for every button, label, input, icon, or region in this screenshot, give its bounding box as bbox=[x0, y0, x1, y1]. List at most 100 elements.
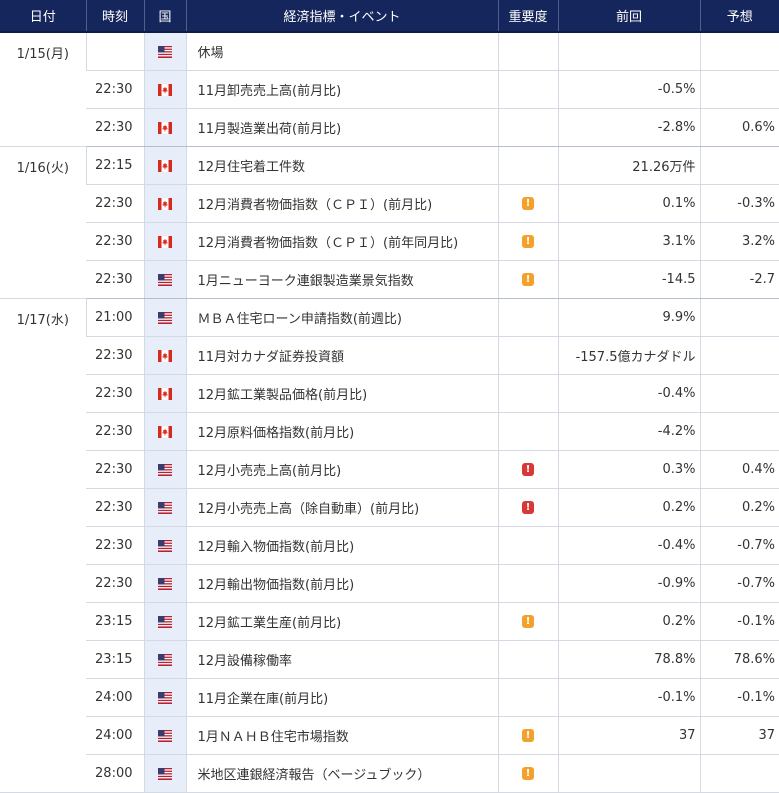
event-cell[interactable]: 12月小売売上高（除自動車）(前月比) bbox=[185, 488, 498, 527]
importance-cell: ! bbox=[497, 754, 558, 793]
event-cell[interactable]: 11月卸売売上高(前月比) bbox=[185, 70, 498, 109]
country-cell bbox=[143, 298, 186, 337]
country-cell bbox=[143, 146, 186, 185]
importance-medium-icon: ! bbox=[522, 235, 534, 248]
event-cell[interactable]: 12月鉱工業製品価格(前月比) bbox=[185, 374, 498, 413]
header-country: 国 bbox=[143, 0, 186, 33]
forecast-cell: 3.2% bbox=[699, 222, 779, 261]
forecast-cell: 0.2% bbox=[699, 488, 779, 527]
time-cell: 22:30 bbox=[86, 412, 144, 451]
forecast-cell: 37 bbox=[699, 716, 779, 755]
previous-cell: -0.5% bbox=[557, 70, 700, 109]
country-cell bbox=[143, 374, 186, 413]
event-cell[interactable]: 12月消費者物価指数（ＣＰＩ）(前年同月比) bbox=[185, 222, 498, 261]
table-row: 23:15 12月鉱工業生産(前月比)! 0.2% -0.1% bbox=[0, 602, 779, 641]
event-cell[interactable]: 11月製造業出荷(前月比) bbox=[185, 108, 498, 147]
event-cell[interactable]: 休場 bbox=[185, 32, 498, 71]
country-cell bbox=[143, 564, 186, 603]
previous-cell: 0.2% bbox=[557, 602, 700, 641]
header-previous: 前回 bbox=[557, 0, 700, 33]
country-cell bbox=[143, 526, 186, 565]
header-importance: 重要度 bbox=[497, 0, 558, 33]
event-cell[interactable]: 12月小売売上高(前月比) bbox=[185, 450, 498, 489]
country-cell bbox=[143, 412, 186, 451]
previous-cell: 0.3% bbox=[557, 450, 700, 489]
time-cell: 24:00 bbox=[86, 716, 144, 755]
event-cell[interactable]: 米地区連銀経済報告（ベージュブック） bbox=[185, 754, 498, 793]
table-row: 23:15 12月設備稼働率 78.8% 78.6% bbox=[0, 640, 779, 679]
event-cell[interactable]: 12月設備稼働率 bbox=[185, 640, 498, 679]
event-cell[interactable]: 11月企業在庫(前月比) bbox=[185, 678, 498, 717]
importance-cell bbox=[497, 526, 558, 565]
table-row: 22:30 12月消費者物価指数（ＣＰＩ）(前月比)! 0.1% -0.3% bbox=[0, 184, 779, 223]
event-cell[interactable]: ＭＢＡ住宅ローン申請指数(前週比) bbox=[185, 298, 498, 337]
us-flag-icon bbox=[158, 501, 172, 514]
table-row: 22:30 11月卸売売上高(前月比) -0.5% bbox=[0, 70, 779, 109]
time-cell: 22:30 bbox=[86, 526, 144, 565]
importance-medium-icon: ! bbox=[522, 767, 534, 780]
previous-cell: 9.9% bbox=[557, 298, 700, 337]
event-cell[interactable]: 12月消費者物価指数（ＣＰＩ）(前月比) bbox=[185, 184, 498, 223]
country-cell bbox=[143, 108, 186, 147]
date-cell: 1/17(水) bbox=[0, 298, 86, 793]
time-cell: 22:30 bbox=[86, 374, 144, 413]
event-cell[interactable]: 1月ニューヨーク連銀製造業景気指数 bbox=[185, 260, 498, 299]
previous-cell: -4.2% bbox=[557, 412, 700, 451]
table-row: 22:30 1月ニューヨーク連銀製造業景気指数! -14.5 -2.7 bbox=[0, 260, 779, 299]
event-cell[interactable]: 12月鉱工業生産(前月比) bbox=[185, 602, 498, 641]
forecast-cell bbox=[699, 298, 779, 337]
previous-cell: 3.1% bbox=[557, 222, 700, 261]
event-cell[interactable]: 12月輸出物価指数(前月比) bbox=[185, 564, 498, 603]
forecast-cell: -0.7% bbox=[699, 526, 779, 565]
time-cell: 22:30 bbox=[86, 108, 144, 147]
importance-cell bbox=[497, 564, 558, 603]
importance-cell bbox=[497, 146, 558, 185]
importance-cell bbox=[497, 70, 558, 109]
previous-cell: -157.5億カナダドル bbox=[557, 336, 700, 375]
us-flag-icon bbox=[158, 273, 172, 286]
header-event: 経済指標・イベント bbox=[185, 0, 498, 33]
table-row: 1/16(火) 22:15 12月住宅着工件数 21.26万件 bbox=[0, 146, 779, 299]
previous-cell: -0.9% bbox=[557, 564, 700, 603]
forecast-cell: 0.6% bbox=[699, 108, 779, 147]
us-flag-icon bbox=[158, 311, 172, 324]
event-cell[interactable]: 1月ＮＡＨＢ住宅市場指数 bbox=[185, 716, 498, 755]
time-cell: 22:30 bbox=[86, 564, 144, 603]
ca-flag-icon bbox=[157, 387, 173, 400]
time-cell: 21:00 bbox=[85, 298, 144, 337]
economic-calendar-table: 日付 時刻 国 経済指標・イベント 重要度 前回 予想 1/15(月) 休場 22:… bbox=[0, 0, 779, 793]
table-row: 22:30 11月製造業出荷(前月比) -2.8% 0.6% bbox=[0, 108, 779, 147]
importance-medium-icon: ! bbox=[522, 273, 534, 286]
country-cell bbox=[143, 336, 186, 375]
importance-cell: ! bbox=[497, 260, 558, 299]
importance-cell bbox=[497, 678, 558, 717]
event-cell[interactable]: 11月対カナダ証券投資額 bbox=[185, 336, 498, 375]
ca-flag-icon bbox=[157, 349, 173, 362]
us-flag-icon bbox=[158, 615, 172, 628]
importance-cell bbox=[497, 298, 558, 337]
importance-medium-icon: ! bbox=[522, 615, 534, 628]
country-cell bbox=[143, 678, 186, 717]
importance-medium-icon: ! bbox=[522, 197, 534, 210]
importance-cell: ! bbox=[497, 184, 558, 223]
event-cell[interactable]: 12月住宅着工件数 bbox=[185, 146, 498, 185]
forecast-cell: -0.1% bbox=[699, 678, 779, 717]
time-cell: 22:30 bbox=[86, 222, 144, 261]
ca-flag-icon bbox=[157, 197, 173, 210]
previous-cell bbox=[557, 754, 700, 793]
header-forecast: 予想 bbox=[699, 0, 779, 33]
event-cell[interactable]: 12月原料価格指数(前月比) bbox=[185, 412, 498, 451]
forecast-cell bbox=[699, 70, 779, 109]
table-row: 22:30 12月輸出物価指数(前月比) -0.9% -0.7% bbox=[0, 564, 779, 603]
event-cell[interactable]: 12月輸入物価指数(前月比) bbox=[185, 526, 498, 565]
time-cell: 22:15 bbox=[85, 146, 144, 185]
importance-cell bbox=[497, 32, 558, 71]
importance-cell: ! bbox=[497, 602, 558, 641]
us-flag-icon bbox=[158, 45, 172, 58]
table-row: 24:00 1月ＮＡＨＢ住宅市場指数! 37 37 bbox=[0, 716, 779, 755]
country-cell bbox=[143, 754, 186, 793]
time-cell: 22:30 bbox=[86, 184, 144, 223]
importance-medium-icon: ! bbox=[522, 729, 534, 742]
importance-cell: ! bbox=[497, 488, 558, 527]
country-cell bbox=[143, 32, 186, 71]
